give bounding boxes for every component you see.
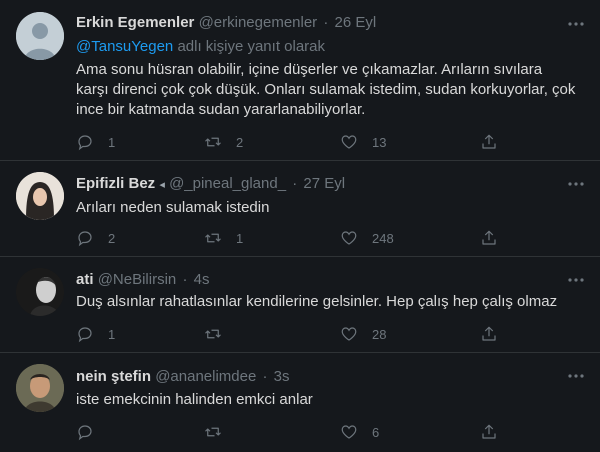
avatar-default[interactable] <box>16 12 64 60</box>
action-bar: 2 1 248 <box>76 228 516 248</box>
like-icon <box>341 425 357 439</box>
user-photo-icon <box>16 172 64 220</box>
separator-dot: · <box>182 271 188 288</box>
tweet[interactable]: nein ştefin @ananelimdee · 3s iste emekc… <box>0 352 600 452</box>
tweet-text: iste emekcinin halinden emkci anlar <box>76 391 313 408</box>
verified-emoji-icon: ◂ <box>159 179 165 191</box>
retweet-icon <box>205 427 221 437</box>
retweet-count: 2 <box>236 134 244 150</box>
more-icon[interactable] <box>566 14 586 34</box>
default-avatar-icon <box>16 12 64 60</box>
like-button[interactable]: 248 <box>340 228 394 248</box>
share-button[interactable] <box>480 132 498 152</box>
share-button[interactable] <box>480 422 498 442</box>
share-button[interactable] <box>480 324 498 344</box>
user-photo-icon <box>16 268 64 316</box>
handle[interactable]: @erkinegemenler <box>199 14 318 31</box>
display-name[interactable]: nein ştefin <box>76 368 151 385</box>
retweet-icon <box>205 233 221 243</box>
reply-count: 1 <box>108 134 116 150</box>
retweet-button[interactable]: 2 <box>204 132 243 152</box>
like-icon <box>341 327 357 341</box>
retweet-button[interactable] <box>204 422 236 442</box>
like-button[interactable]: 13 <box>340 132 386 152</box>
separator-dot: · <box>292 175 298 192</box>
avatar[interactable] <box>16 268 64 316</box>
avatar[interactable] <box>16 172 64 220</box>
timestamp[interactable]: 27 Eyl <box>303 175 345 192</box>
handle[interactable]: @ananelimdee <box>155 368 256 385</box>
action-bar: 6 <box>76 422 516 442</box>
tweet-text: Ama sonu hüsran olabilir, içine düşerler… <box>76 61 576 118</box>
like-button[interactable]: 6 <box>340 422 379 442</box>
timestamp[interactable]: 26 Eyl <box>335 14 377 31</box>
share-icon <box>482 326 496 341</box>
action-bar: 1 28 <box>76 324 516 344</box>
like-button[interactable]: 28 <box>340 324 386 344</box>
like-icon <box>341 135 357 149</box>
retweet-icon <box>205 137 221 147</box>
tweet-header: nein ştefin @ananelimdee · 3s <box>76 368 290 385</box>
reply-icon <box>78 327 92 343</box>
like-count: 6 <box>372 424 380 440</box>
share-icon <box>482 134 496 149</box>
reply-mention-link[interactable]: @TansuYegen <box>76 38 173 55</box>
reply-button[interactable]: 1 <box>76 132 115 152</box>
retweet-button[interactable] <box>204 324 236 344</box>
tweet-text: Arıları neden sulamak istedin <box>76 199 270 216</box>
like-icon <box>341 231 357 245</box>
tweet-header: ati @NeBilirsin · 4s <box>76 271 209 288</box>
retweet-count: 1 <box>236 230 244 246</box>
retweet-icon <box>205 329 221 339</box>
tweet-header: Epifizli Bez ◂ @_pineal_gland_ · 27 Eyl <box>76 175 345 192</box>
reply-count: 1 <box>108 326 116 342</box>
display-name[interactable]: Epifizli Bez <box>76 175 155 192</box>
more-icon[interactable] <box>566 174 586 194</box>
tweet[interactable]: Epifizli Bez ◂ @_pineal_gland_ · 27 Eyl … <box>0 160 600 257</box>
reply-icon <box>78 425 92 441</box>
action-bar: 1 2 13 <box>76 132 516 152</box>
share-icon <box>482 230 496 245</box>
tweet[interactable]: Erkin Egemenler @erkinegemenler · 26 Eyl… <box>0 0 600 161</box>
reply-icon <box>78 135 92 151</box>
separator-dot: · <box>262 368 268 385</box>
tweet-header: Erkin Egemenler @erkinegemenler · 26 Eyl <box>76 14 376 31</box>
tweet[interactable]: ati @NeBilirsin · 4s Duş alsınlar rahatl… <box>0 256 600 353</box>
share-button[interactable] <box>480 228 498 248</box>
reply-icon <box>78 231 92 247</box>
avatar[interactable] <box>16 364 64 412</box>
like-count: 13 <box>372 134 387 150</box>
reply-suffix: adlı kişiye yanıt olarak <box>177 38 326 55</box>
like-count: 248 <box>372 230 394 246</box>
handle[interactable]: @_pineal_gland_ <box>169 175 286 192</box>
replying-to: @TansuYegen adlı kişiye yanıt olarak <box>76 38 325 55</box>
reply-count: 2 <box>108 230 116 246</box>
display-name[interactable]: Erkin Egemenler <box>76 14 194 31</box>
retweet-button[interactable]: 1 <box>204 228 243 248</box>
display-name[interactable]: ati <box>76 271 94 288</box>
timestamp[interactable]: 4s <box>194 271 210 288</box>
share-icon <box>482 424 496 439</box>
reply-button[interactable]: 2 <box>76 228 115 248</box>
separator-dot: · <box>323 14 329 31</box>
user-photo-icon <box>16 364 64 412</box>
reply-button[interactable]: 1 <box>76 324 115 344</box>
more-icon[interactable] <box>566 366 586 386</box>
tweet-text: Duş alsınlar rahatlasınlar kendilerine g… <box>76 293 558 310</box>
handle[interactable]: @NeBilirsin <box>98 271 177 288</box>
like-count: 28 <box>372 326 387 342</box>
timestamp[interactable]: 3s <box>274 368 290 385</box>
reply-button[interactable] <box>76 422 108 442</box>
more-icon[interactable] <box>566 270 586 290</box>
